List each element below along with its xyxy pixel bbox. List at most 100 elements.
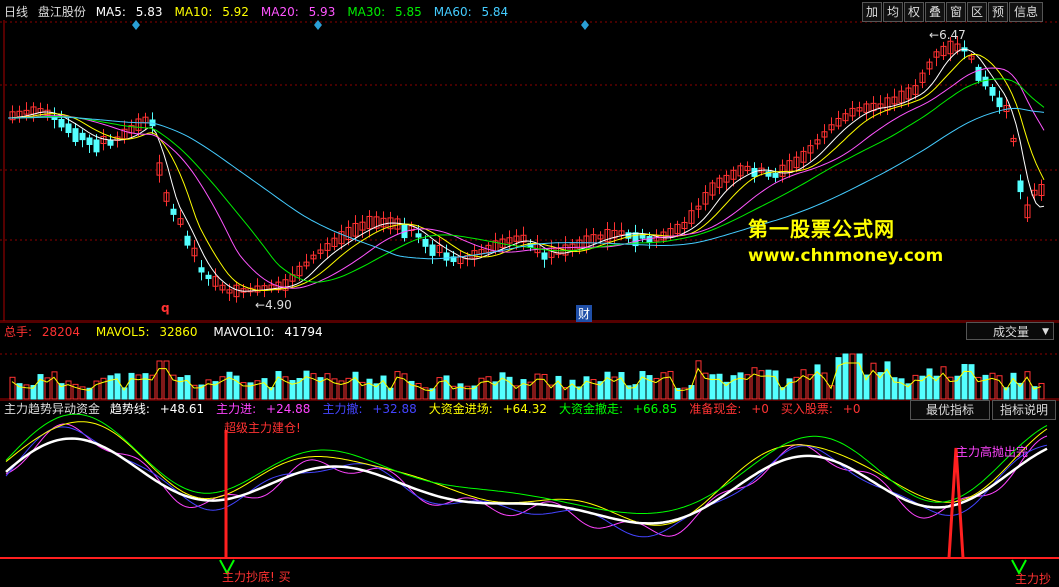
indicator-item: 大资金进场: +64.32 [429, 402, 553, 416]
toolbar-button[interactable]: 均 [883, 2, 903, 22]
indicator-value: +48.61 [159, 402, 205, 416]
ma-value: 5.83 [135, 5, 163, 19]
toolbar-button[interactable]: 区 [967, 2, 987, 22]
indicator-label: 大资金进场: [428, 402, 493, 416]
indicator-item: 主力进: +24.88 [216, 402, 316, 416]
period-label[interactable]: 日线 [4, 5, 28, 19]
volume-bar [443, 375, 450, 400]
ma-item: MA10: 5.92 [174, 5, 254, 19]
ma-value: 5.84 [481, 5, 509, 19]
indicator-label: 趋势线: [109, 402, 150, 416]
volume-bar [737, 372, 744, 400]
indicator-chart[interactable] [0, 400, 1059, 586]
mavol10-label: MAVOL10: 41794 [213, 325, 328, 339]
candle-body [422, 238, 429, 247]
volume-bar [380, 375, 387, 400]
ma-item: MA5: 5.83 [96, 5, 169, 19]
indicator-item: 买入股票: +0 [781, 402, 867, 416]
candle-body [541, 252, 548, 260]
volume-bar [765, 369, 772, 400]
mavol5-label: MAVOL5: 32860 [96, 325, 204, 339]
indicator-name: 主力趋势异动资金 [4, 402, 101, 416]
candle-body [93, 139, 100, 153]
chevron-down-icon: ▼ [1042, 327, 1049, 337]
total-volume-label: 总手: 28204 [4, 325, 86, 339]
volume-bar [772, 370, 779, 400]
indicator-item: 大资金撤走: +66.85 [559, 402, 683, 416]
candle-body [86, 137, 93, 146]
volume-bar [583, 376, 590, 400]
toolbar-button[interactable]: 权 [904, 2, 924, 22]
candle-body [429, 244, 436, 256]
toolbar-button[interactable]: 加 [862, 2, 882, 22]
volume-bar [716, 373, 723, 400]
best-indicator-button[interactable]: 最优指标 [910, 400, 990, 420]
candle-body [170, 208, 177, 215]
candle-body [443, 252, 450, 261]
volume-bar [919, 375, 926, 400]
volume-panel[interactable]: 总手: 28204 MAVOL5: 32860 MAVOL10: 41794 成… [0, 322, 1059, 400]
volume-bar [303, 370, 310, 400]
volume-bar [835, 357, 842, 400]
toolbar-button[interactable]: 窗 [946, 2, 966, 22]
volume-bar [107, 375, 114, 400]
watermark-title: 第一股票公式网 [748, 217, 895, 241]
indicator-panel[interactable]: 主力趋势异动资金 趋势线: +48.61 主力进: +24.88 主力撤: +32.… [0, 400, 1059, 586]
price-header: 日线 盘江股份 MA5: 5.83 MA10: 5.92 MA20: 5.93 MA3… [4, 4, 526, 20]
indicator-label: 买入股票: [780, 402, 833, 416]
toolbar-button[interactable]: 叠 [925, 2, 945, 22]
finance-marker[interactable]: 财 [576, 305, 593, 322]
mavol5-value: 32860 [159, 325, 198, 339]
ma-value: 5.85 [395, 5, 422, 19]
volume-bar [618, 372, 625, 400]
volume-bar [926, 368, 933, 400]
candle-body [989, 87, 996, 96]
ma-label: MA20: [260, 5, 299, 19]
volume-header: 总手: 28204 MAVOL5: 32860 MAVOL10: 41794 [4, 324, 335, 340]
price-chart[interactable] [0, 0, 1059, 322]
ma-values: MA5: 5.83 MA10: 5.92 MA20: 5.93 MA30: 5.85 M… [96, 5, 520, 19]
ma-label: MA30: [347, 5, 386, 19]
indicator-value: +0 [751, 402, 769, 416]
candle-body [975, 66, 982, 81]
volume-bar [646, 375, 653, 400]
indicator-item: 趋势线: +48.61 [110, 402, 210, 416]
candle-body [79, 132, 86, 141]
mavol10-value: 41794 [284, 325, 323, 339]
bottom-buy-annotation-2: 主力抄 [1015, 572, 1052, 586]
indicator-values: 趋势线: +48.61 主力进: +24.88 主力撤: +32.88 大资金进场: … [110, 402, 873, 416]
candle-body [982, 76, 989, 87]
indicator-value: +66.85 [632, 402, 678, 416]
volume-bar [177, 376, 184, 400]
volume-bar [499, 372, 506, 400]
price-panel[interactable]: 日线 盘江股份 MA5: 5.83 MA10: 5.92 MA20: 5.93 MA3… [0, 0, 1059, 322]
volume-bar [275, 371, 282, 400]
volume-bar [555, 375, 562, 400]
volume-bar [814, 364, 821, 400]
candle-body [646, 236, 653, 244]
ma-item: MA20: 5.93 [261, 5, 341, 19]
volume-bar [184, 375, 191, 400]
candle-body [58, 119, 65, 128]
volume-bar [520, 379, 527, 400]
volume-bar [961, 363, 968, 400]
volume-bar [842, 353, 849, 400]
ma-item: MA30: 5.85 [347, 5, 427, 19]
indicator-value: +0 [842, 402, 861, 416]
volume-bar [786, 378, 793, 400]
volume-bar [709, 374, 716, 400]
ma-item: MA60: 5.84 [434, 5, 514, 19]
build-position-annotation: 超级主力建仓! [224, 421, 301, 435]
ma-value: 5.92 [222, 5, 249, 19]
toolbar-button[interactable]: 预 [988, 2, 1008, 22]
volume-bar [968, 364, 975, 400]
volume-bar [639, 371, 646, 400]
toolbar-button[interactable]: 信息 [1009, 2, 1043, 22]
volume-bar [366, 378, 373, 400]
volume-bar [352, 371, 359, 400]
total-value: 28204 [41, 325, 81, 339]
indicator-selector[interactable]: 成交量 ▼ [966, 322, 1054, 340]
volume-bar [856, 353, 863, 400]
candle-body [772, 172, 779, 178]
indicator-help-button[interactable]: 指标说明 [992, 400, 1056, 420]
